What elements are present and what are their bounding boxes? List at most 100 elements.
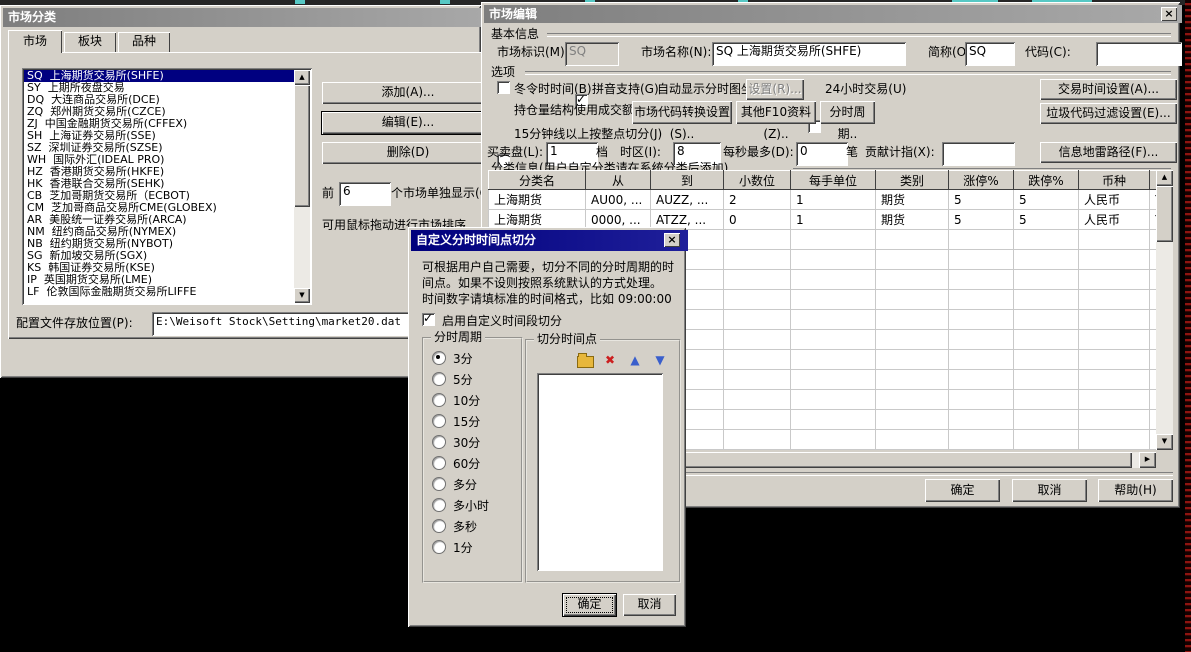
table-cell [791, 370, 876, 390]
scroll-up-icon[interactable]: ▲ [294, 70, 310, 85]
scroll-right-icon[interactable]: ▶ [1139, 452, 1156, 468]
f10-info-button[interactable]: 其他F10资料(Z).. [736, 101, 816, 124]
table-vscrollbar[interactable]: ▲ ▼ [1156, 170, 1173, 450]
grid-header: 分类名从到小数位每手单位类别涨停%跌停%币种统计 [489, 171, 1157, 190]
info-path-button[interactable]: 信息地雷路径(F)... [1040, 142, 1177, 163]
period-option[interactable]: 10分 [432, 393, 521, 407]
move-down-icon[interactable]: ▼ [651, 353, 669, 369]
move-up-icon[interactable]: ▲ [626, 353, 644, 369]
market-list-scrollbar[interactable]: ▲ ▼ [294, 70, 310, 303]
column-header[interactable]: 到 [651, 171, 724, 190]
market-list-item[interactable]: AR 美股统一证券交易所(ARCA) [24, 214, 294, 226]
period-option-label: 30分 [453, 434, 480, 451]
tab-market[interactable]: 市场 [8, 30, 62, 53]
period-option[interactable]: 多分 [432, 477, 521, 491]
front-count-input[interactable]: 6 [339, 182, 391, 206]
column-header[interactable]: 从 [586, 171, 651, 190]
period-option[interactable]: 3分 [432, 351, 521, 365]
market-list-item[interactable]: CB 芝加哥期货交易所（ECBOT) [24, 190, 294, 202]
market-list-item[interactable]: ZJ 中国金融期货交易所(CFFEX) [24, 118, 294, 130]
scroll-down-icon[interactable]: ▼ [1156, 434, 1173, 450]
period-option[interactable]: 多秒 [432, 519, 521, 533]
add-button[interactable]: 添加(A)... [322, 82, 494, 104]
market-list-item[interactable]: NB 纽约期货交易所(NYBOT) [24, 238, 294, 250]
scroll-up-icon[interactable]: ▲ [1156, 170, 1173, 186]
per-second-input[interactable]: 0 [796, 142, 848, 166]
radio-icon[interactable] [432, 477, 446, 491]
radio-icon[interactable] [432, 498, 446, 512]
market-list-item[interactable]: NM 纽约商品交易所(NYMEX) [24, 226, 294, 238]
code-input[interactable] [1096, 42, 1182, 66]
short-name-input[interactable]: SQ [965, 42, 1015, 66]
period-option[interactable]: 多小时 [432, 498, 521, 512]
market-list-item[interactable]: CM 芝加哥商品交易所CME(GLOBEX) [24, 202, 294, 214]
column-header[interactable]: 跌停% [1014, 171, 1079, 190]
column-header[interactable]: 每手单位 [791, 171, 876, 190]
tab-board[interactable]: 板块 [64, 32, 116, 52]
column-header[interactable]: 类别 [876, 171, 949, 190]
enable-custom-split-checkbox[interactable] [422, 313, 435, 326]
radio-icon[interactable] [432, 456, 446, 470]
period-option[interactable]: 5分 [432, 372, 521, 386]
ok-button[interactable]: 确定 [925, 479, 1000, 502]
column-header[interactable]: 涨停% [949, 171, 1014, 190]
market-list-item[interactable]: SZ 深圳证券交易所(SZSE) [24, 142, 294, 154]
code-convert-button[interactable]: 市场代码转换设置(S).. [632, 101, 732, 124]
market-list-item[interactable]: LF 伦敦国际金融期货交易所LIFFE [24, 286, 294, 298]
pinyin-label: 拼音支持(G) [592, 82, 659, 97]
winter-time-checkbox[interactable] [497, 81, 510, 94]
radio-icon[interactable] [432, 393, 446, 407]
cancel-button[interactable]: 取消 [623, 594, 676, 616]
period-option[interactable]: 30分 [432, 435, 521, 449]
ok-button[interactable]: 确定 [563, 594, 616, 616]
radio-icon[interactable] [432, 351, 446, 365]
scrollbar-thumb[interactable] [1156, 186, 1173, 242]
split-points-list[interactable] [537, 373, 663, 571]
scrollbar-thumb[interactable] [294, 85, 310, 207]
market-list-item[interactable]: ZQ 郑州期货交易所(CZCE) [24, 106, 294, 118]
radio-icon[interactable] [432, 372, 446, 386]
market-list-item[interactable]: IP 英国期货交易所(LME) [24, 274, 294, 286]
delete-point-icon[interactable]: ✖ [601, 353, 619, 369]
config-path-input[interactable]: E:\Weisoft Stock\Setting\market20.dat [152, 312, 412, 336]
table-cell [1014, 230, 1079, 250]
period-option[interactable]: 15分 [432, 414, 521, 428]
column-header[interactable]: 币种 [1079, 171, 1150, 190]
delete-button[interactable]: 删除(D) [322, 142, 494, 164]
custom-split-titlebar[interactable]: 自定义分时时间点切分 [411, 230, 688, 251]
market-list-item[interactable]: HK 香港联合交易所(SEHK) [24, 178, 294, 190]
market-list[interactable]: SQ 上海期货交易所(SHFE)SY 上期所夜盘交易DQ 大连商品交易所(DCE… [22, 68, 312, 305]
trade-time-settings-button[interactable]: 交易时间设置(A)... [1040, 79, 1177, 100]
market-list-item[interactable]: SH 上海证券交易所(SSE) [24, 130, 294, 142]
table-row[interactable]: 上海期货AU00, ...AUZZ, ...21期货55人民币YES [489, 190, 1157, 210]
radio-icon[interactable] [432, 414, 446, 428]
market-edit-titlebar[interactable]: 市场编辑 [484, 5, 1182, 23]
period-option[interactable]: 60分 [432, 456, 521, 470]
market-classification-titlebar[interactable]: 市场分类 [3, 8, 496, 27]
junk-filter-button[interactable]: 垃圾代码过滤设置(E)... [1040, 103, 1177, 124]
column-header[interactable]: 分类名 [489, 171, 586, 190]
contribution-index-input[interactable] [942, 142, 1015, 166]
market-name-input[interactable]: SQ 上海期货交易所(SHFE) [712, 42, 906, 66]
market-list-item[interactable]: WH 国际外汇(IDEAL PRO) [24, 154, 294, 166]
radio-icon[interactable] [432, 540, 446, 554]
period-option[interactable]: 1分 [432, 540, 521, 554]
market-list-item[interactable]: SY 上期所夜盘交易 [24, 82, 294, 94]
cancel-button[interactable]: 取消 [1012, 479, 1087, 502]
market-list-item[interactable]: SQ 上海期货交易所(SHFE) [24, 70, 294, 82]
tab-variety[interactable]: 品种 [118, 32, 170, 52]
market-list-item[interactable]: DQ 大连商品交易所(DCE) [24, 94, 294, 106]
close-icon[interactable]: × [664, 233, 680, 247]
edit-button[interactable]: 编辑(E)... [322, 112, 494, 134]
period-button[interactable]: 分时周期.. [820, 101, 875, 124]
radio-icon[interactable] [432, 519, 446, 533]
market-list-item[interactable]: SG 新加坡交易所(SGX) [24, 250, 294, 262]
scroll-down-icon[interactable]: ▼ [294, 288, 310, 303]
market-list-item[interactable]: HZ 香港期货交易所(HKFE) [24, 166, 294, 178]
new-point-icon[interactable] [576, 353, 594, 369]
help-button[interactable]: 帮助(H) [1098, 479, 1173, 502]
close-icon[interactable]: × [1161, 7, 1177, 21]
market-list-item[interactable]: KS 韩国证券交易所(KSE) [24, 262, 294, 274]
column-header[interactable]: 小数位 [724, 171, 791, 190]
radio-icon[interactable] [432, 435, 446, 449]
